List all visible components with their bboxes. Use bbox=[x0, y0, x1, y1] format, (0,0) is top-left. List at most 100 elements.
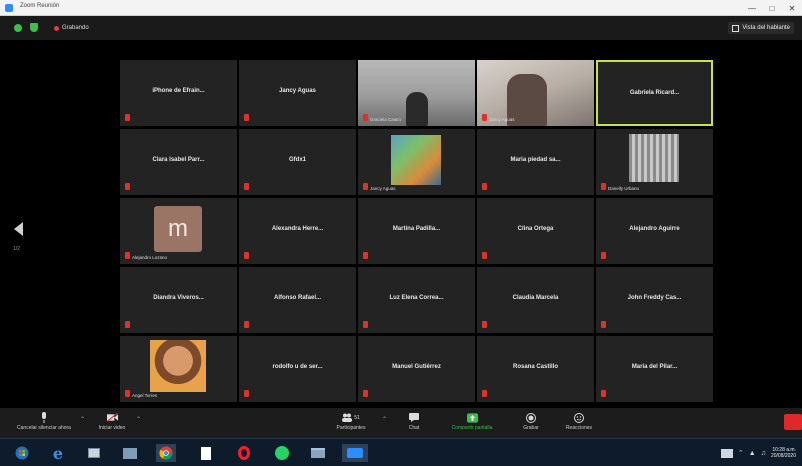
close-button[interactable]: ✕ bbox=[782, 0, 802, 16]
participant-tile[interactable]: Gfdx1 bbox=[239, 129, 356, 195]
monitor-icon[interactable] bbox=[720, 448, 733, 458]
speaker-view-button[interactable]: Vista del hablante bbox=[728, 22, 794, 34]
participant-name: Graciela Castro bbox=[370, 117, 402, 122]
grid-icon bbox=[732, 24, 740, 32]
participant-tile[interactable]: Alfonso Rafael... bbox=[239, 267, 356, 333]
participant-tile[interactable]: iPhone de Efrain... bbox=[120, 60, 237, 126]
video-options-caret-icon[interactable]: ⌃ bbox=[136, 416, 141, 423]
end-meeting-button[interactable] bbox=[784, 414, 802, 430]
participant-tile[interactable]: Jancy Aguas bbox=[239, 60, 356, 126]
zoom-icon[interactable] bbox=[342, 444, 368, 462]
mic-muted-icon bbox=[363, 183, 368, 190]
participant-photo-tile[interactable]: Angel Torres bbox=[120, 336, 237, 402]
audio-options-caret-icon[interactable]: ⌃ bbox=[80, 416, 85, 423]
clock-date: 20/08/2020 bbox=[770, 453, 796, 459]
unmute-label: Cancelar silenciar ahora bbox=[17, 425, 71, 431]
record-button[interactable]: Grabar bbox=[514, 408, 548, 438]
participants-button[interactable]: 51 Participantes bbox=[322, 408, 380, 438]
participant-photo-tile[interactable]: Jancy Aguas bbox=[358, 129, 475, 195]
folder-icon[interactable] bbox=[308, 444, 328, 462]
avatar: m bbox=[154, 206, 202, 252]
reactions-button[interactable]: Reacciones bbox=[556, 408, 602, 438]
unmute-button[interactable]: Cancelar silenciar ahora bbox=[6, 408, 82, 438]
mic-muted-icon bbox=[363, 321, 368, 328]
participant-name: Luz Elena Correa... bbox=[389, 295, 444, 301]
window-controls: — □ ✕ bbox=[742, 0, 802, 16]
participants-count: 51 bbox=[354, 414, 360, 421]
chat-button[interactable]: Chat bbox=[400, 408, 428, 438]
profile-photo bbox=[629, 134, 679, 182]
chat-icon bbox=[409, 412, 420, 423]
window-titlebar: Zoom Reunión — □ ✕ bbox=[0, 0, 802, 16]
participant-video-tile[interactable]: Jancy Aguas bbox=[477, 60, 594, 126]
participant-tile[interactable]: Manuel Gutiérrez bbox=[358, 336, 475, 402]
participants-options-caret-icon[interactable]: ⌃ bbox=[382, 416, 387, 423]
mic-muted-icon bbox=[125, 183, 130, 190]
participant-tile[interactable]: Alejandro Aguirre bbox=[596, 198, 713, 264]
participant-tile[interactable]: rodolfo u de ser... bbox=[239, 336, 356, 402]
network-icon[interactable]: ▲ bbox=[749, 450, 756, 457]
maximize-button[interactable]: □ bbox=[762, 0, 782, 16]
participant-name: Alexandra Herre... bbox=[271, 226, 324, 232]
whatsapp-icon[interactable] bbox=[272, 444, 292, 462]
participant-name: Manuel Gutiérrez bbox=[392, 364, 441, 370]
start-video-button[interactable]: Iniciar video bbox=[90, 408, 134, 438]
participant-tile[interactable]: Luz Elena Correa... bbox=[358, 267, 475, 333]
participant-avatar-tile[interactable]: m Alejandro Lozano bbox=[120, 198, 237, 264]
participant-tile[interactable]: Clina Ortega bbox=[477, 198, 594, 264]
participant-tile[interactable]: Rosana Castillo bbox=[477, 336, 594, 402]
participant-photo-tile[interactable]: Danelly Urbano bbox=[596, 129, 713, 195]
participant-tile[interactable]: Claudia Marcela bbox=[477, 267, 594, 333]
participant-name: Claudia Marcela bbox=[512, 295, 559, 301]
participant-tile[interactable]: Maria del Pilar... bbox=[596, 336, 713, 402]
mic-muted-icon bbox=[482, 183, 487, 190]
recording-indicator-icon bbox=[54, 26, 59, 31]
participant-tile[interactable]: Maria piedad sa... bbox=[477, 129, 594, 195]
participant-name: Clina Ortega bbox=[517, 226, 554, 232]
meeting-info-icon[interactable] bbox=[14, 24, 22, 32]
participant-name: Maria del Pilar... bbox=[631, 364, 678, 370]
previous-page-arrow-icon[interactable] bbox=[14, 222, 23, 236]
edge-icon[interactable]: e bbox=[48, 444, 68, 463]
opera-icon[interactable] bbox=[234, 444, 254, 462]
microphone-icon bbox=[39, 412, 50, 423]
participant-tile[interactable]: Martina Padilla... bbox=[358, 198, 475, 264]
page-indicator: 1/2 bbox=[13, 246, 20, 252]
meeting-toolbar: Cancelar silenciar ahora ⌃ Iniciar video… bbox=[0, 408, 802, 438]
chrome-icon[interactable] bbox=[156, 444, 176, 462]
share-screen-button[interactable]: Compartir pantalla bbox=[440, 408, 504, 438]
mic-muted-icon bbox=[601, 252, 606, 259]
participant-name: iPhone de Efrain... bbox=[152, 88, 205, 94]
participant-name: Jancy Aguas bbox=[370, 186, 396, 191]
participant-tile[interactable]: Diandra Viveros... bbox=[120, 267, 237, 333]
participant-name: Martina Padilla... bbox=[392, 226, 441, 232]
participant-name: rodolfo u de ser... bbox=[272, 364, 323, 370]
mic-muted-icon bbox=[482, 321, 487, 328]
participant-name: John Freddy Cas... bbox=[627, 295, 682, 301]
minimize-button[interactable]: — bbox=[742, 0, 762, 16]
profile-photo bbox=[391, 135, 441, 185]
volume-icon[interactable]: ♫ bbox=[761, 450, 766, 457]
participant-tile[interactable]: Alexandra Herre... bbox=[239, 198, 356, 264]
profile-photo bbox=[150, 340, 206, 392]
participant-tile[interactable]: John Freddy Cas... bbox=[596, 267, 713, 333]
mic-muted-icon bbox=[601, 183, 606, 190]
active-speaker-tile[interactable]: Gabriela Ricard... bbox=[596, 60, 713, 126]
participant-tile[interactable]: Clara Isabel Parr... bbox=[120, 129, 237, 195]
mic-muted-icon bbox=[125, 390, 130, 397]
mic-muted-icon bbox=[363, 114, 368, 121]
reactions-label: Reacciones bbox=[565, 425, 593, 431]
start-icon[interactable] bbox=[12, 444, 32, 462]
mic-muted-icon bbox=[601, 390, 606, 397]
participant-name: Jancy Aguas bbox=[279, 88, 316, 94]
clock[interactable]: 10:28 a.m. 20/08/2020 bbox=[771, 447, 796, 459]
document-icon[interactable] bbox=[196, 444, 216, 462]
participant-video-tile[interactable]: Graciela Castro bbox=[358, 60, 475, 126]
mic-muted-icon bbox=[244, 114, 249, 121]
shield-icon[interactable] bbox=[30, 23, 38, 32]
chevron-up-icon[interactable]: ⌃ bbox=[738, 449, 744, 457]
mic-muted-icon bbox=[125, 114, 130, 121]
participants-label: Participantes bbox=[336, 425, 366, 431]
explorer-icon[interactable] bbox=[84, 444, 104, 462]
file-manager-icon[interactable] bbox=[120, 444, 140, 462]
